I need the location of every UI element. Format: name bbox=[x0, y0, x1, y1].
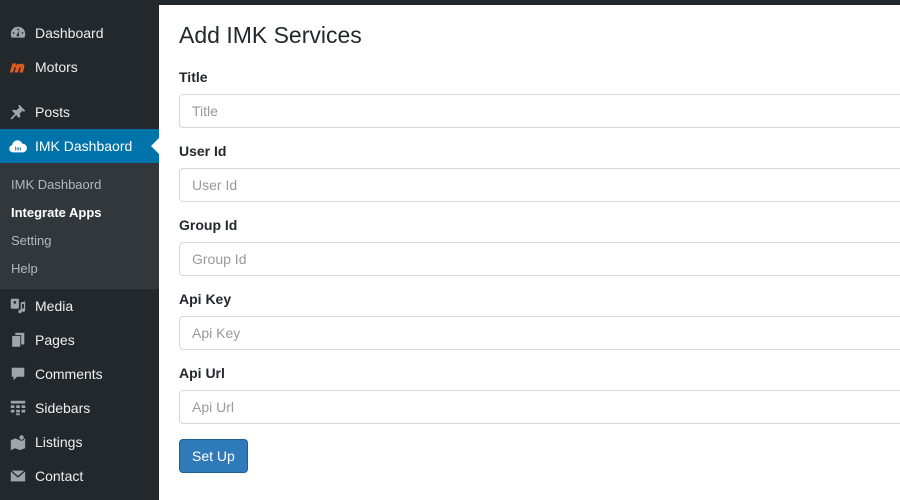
sidebar-item-posts[interactable]: Posts bbox=[0, 95, 159, 129]
imk-submenu: IMK Dashbaord Integrate Apps Setting Hel… bbox=[0, 163, 159, 289]
group-id-label: Group Id bbox=[179, 217, 238, 233]
group-id-input[interactable] bbox=[179, 242, 900, 276]
user-id-input[interactable] bbox=[179, 168, 900, 202]
submenu-item-setting[interactable]: Setting bbox=[0, 226, 159, 254]
sidebar-item-contact[interactable]: Contact bbox=[0, 459, 159, 493]
api-url-input[interactable] bbox=[179, 390, 900, 424]
page-title: Add IMK Services bbox=[179, 22, 362, 48]
user-id-label: User Id bbox=[179, 143, 227, 159]
main-content: Add IMK Services Title User Id Group Id … bbox=[159, 5, 900, 500]
sidebar-item-sidebars[interactable]: Sidebars bbox=[0, 391, 159, 425]
sidebar-item-listings[interactable]: Listings bbox=[0, 425, 159, 459]
sidebar-item-label: Motors bbox=[35, 59, 78, 75]
sidebar-item-label: Comments bbox=[35, 366, 103, 382]
motors-logo-icon bbox=[8, 57, 28, 77]
dashboard-icon bbox=[8, 23, 28, 43]
sidebar-item-label: Pages bbox=[35, 332, 75, 348]
title-label: Title bbox=[179, 69, 208, 85]
sidebar-item-media[interactable]: Media bbox=[0, 289, 159, 323]
sidebar-item-label: Sidebars bbox=[35, 400, 91, 416]
api-url-label: Api Url bbox=[179, 365, 225, 381]
sidebar-item-label: Contact bbox=[35, 468, 84, 484]
listings-icon bbox=[8, 432, 28, 452]
sidebar-item-pages[interactable]: Pages bbox=[0, 323, 159, 357]
sidebar-item-label: Posts bbox=[35, 104, 71, 120]
sidebar-item-comments[interactable]: Comments bbox=[0, 357, 159, 391]
sidebar-item-label: IMK Dashbaord bbox=[35, 138, 133, 154]
comment-icon bbox=[8, 364, 28, 384]
title-input[interactable] bbox=[179, 94, 900, 128]
sidebar-item-label: Dashboard bbox=[35, 25, 104, 41]
pages-icon bbox=[8, 330, 28, 350]
sidebar-item-label: Listings bbox=[35, 434, 83, 450]
api-key-label: Api Key bbox=[179, 291, 232, 307]
svg-text:Im: Im bbox=[15, 147, 22, 153]
set-up-button[interactable]: Set Up bbox=[179, 439, 248, 473]
sidebar-item-motors[interactable]: Motors bbox=[0, 50, 159, 84]
admin-sidebar: Dashboard Motors Posts Im IMK Dashbaord … bbox=[0, 5, 159, 500]
media-icon bbox=[8, 296, 28, 316]
api-key-input[interactable] bbox=[179, 316, 900, 350]
pin-icon bbox=[8, 102, 28, 122]
cloud-icon: Im bbox=[8, 136, 28, 156]
submenu-item-imk-dashboard[interactable]: IMK Dashbaord bbox=[0, 170, 159, 198]
submenu-item-help[interactable]: Help bbox=[0, 254, 159, 282]
sidebars-icon bbox=[8, 398, 28, 418]
sidebar-item-label: Media bbox=[35, 298, 74, 314]
sidebar-item-imk-dashboard[interactable]: Im IMK Dashbaord bbox=[0, 129, 159, 163]
envelope-icon bbox=[8, 466, 28, 486]
submenu-item-integrate-apps[interactable]: Integrate Apps bbox=[0, 198, 159, 226]
sidebar-item-dashboard[interactable]: Dashboard bbox=[0, 16, 159, 50]
